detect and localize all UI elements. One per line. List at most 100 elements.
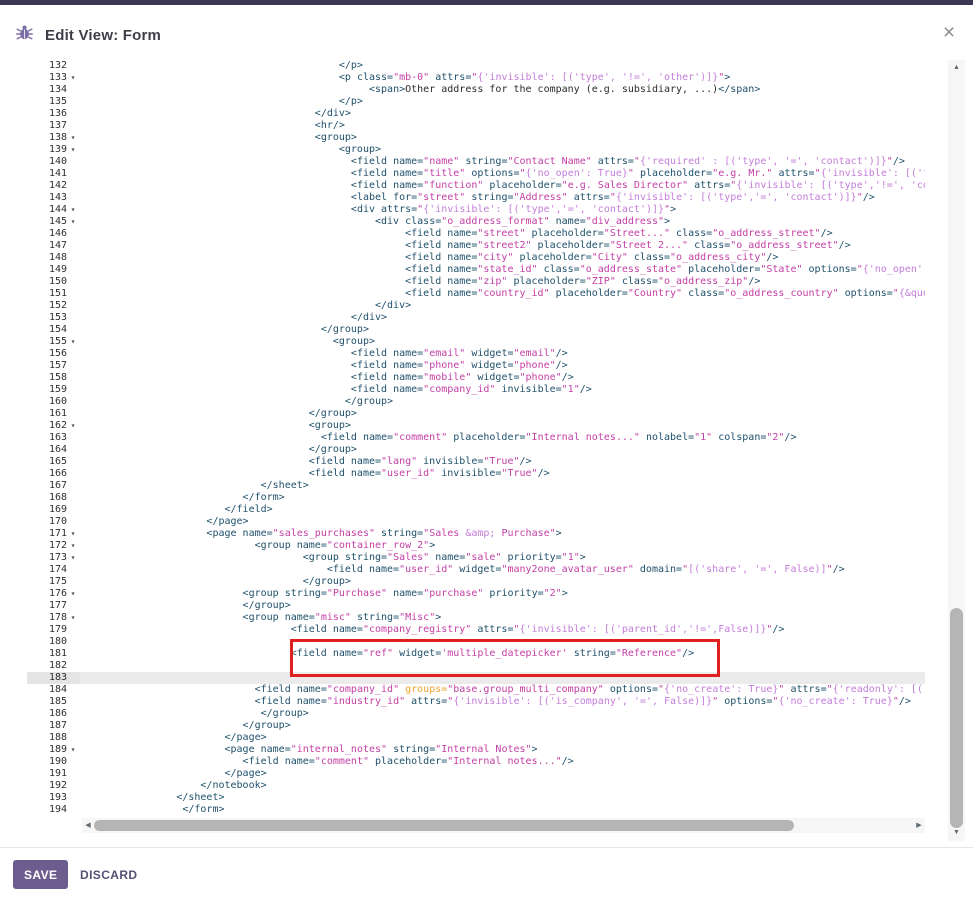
- fold-arrow-icon[interactable]: ▾: [67, 204, 79, 216]
- code-line[interactable]: <field name="function" placeholder="e.g.…: [80, 180, 925, 192]
- footer-divider: [0, 847, 973, 848]
- code-line[interactable]: </sheet>: [80, 792, 925, 804]
- fold-arrow-icon[interactable]: ▾: [67, 132, 79, 144]
- code-line[interactable]: <div class="o_address_format" name="div_…: [80, 216, 925, 228]
- fold-arrow-icon[interactable]: ▾: [67, 72, 79, 84]
- code-line[interactable]: </field>: [80, 504, 925, 516]
- line-number: 157: [48, 360, 67, 371]
- line-number: 186: [48, 708, 67, 719]
- code-line[interactable]: <field name="user_id" widget="many2one_a…: [80, 564, 925, 576]
- discard-button[interactable]: DISCARD: [70, 860, 147, 889]
- fold-arrow-icon[interactable]: ▾: [67, 420, 79, 432]
- fold-arrow-icon[interactable]: ▾: [67, 528, 79, 540]
- scroll-right-arrow-icon[interactable]: ▶: [913, 818, 925, 833]
- code-line[interactable]: </form>: [80, 492, 925, 504]
- vertical-scrollbar[interactable]: ▲ ▼: [948, 60, 965, 841]
- code-line[interactable]: <group>: [80, 336, 925, 348]
- fold-arrow-icon[interactable]: ▾: [67, 552, 79, 564]
- line-number: 145 ▾: [27, 216, 80, 228]
- code-line[interactable]: <page name="internal_notes" string="Inte…: [80, 744, 925, 756]
- code-line[interactable]: <field name="company_registry" attrs="{'…: [80, 624, 925, 636]
- code-line[interactable]: <field name="company_id" invisible="1"/>: [80, 384, 925, 396]
- code-line[interactable]: </page>: [80, 732, 925, 744]
- vertical-scrollbar-thumb[interactable]: [950, 608, 963, 828]
- code-line[interactable]: <field name="state_id" class="o_address_…: [80, 264, 925, 276]
- code-line[interactable]: <field name="mobile" widget="phone"/>: [80, 372, 925, 384]
- code-line[interactable]: </notebook>: [80, 780, 925, 792]
- code-line[interactable]: </div>: [80, 300, 925, 312]
- code-line[interactable]: <field name="user_id" invisible="True"/>: [80, 468, 925, 480]
- code-line[interactable]: </group>: [80, 396, 925, 408]
- fold-arrow-icon[interactable]: ▾: [67, 540, 79, 552]
- code-line[interactable]: </div>: [80, 312, 925, 324]
- code-line[interactable]: </group>: [80, 708, 925, 720]
- code-line[interactable]: <field name="street2" placeholder="Stree…: [80, 240, 925, 252]
- fold-arrow-icon[interactable]: ▾: [67, 144, 79, 156]
- code-line[interactable]: </page>: [80, 516, 925, 528]
- code-line[interactable]: </group>: [80, 600, 925, 612]
- code-line[interactable]: <field name="street" placeholder="Street…: [80, 228, 925, 240]
- code-line[interactable]: <group>: [80, 132, 925, 144]
- line-number: 174: [48, 564, 67, 575]
- code-line[interactable]: <group string="Sales" name="sale" priori…: [80, 552, 925, 564]
- code-line[interactable]: <group>: [80, 420, 925, 432]
- code-line[interactable]: <field name="city" placeholder="City" cl…: [80, 252, 925, 264]
- close-icon[interactable]: ×: [937, 21, 961, 45]
- line-number: 154: [48, 324, 67, 335]
- code-area[interactable]: </p> <p class="mb-0" attrs="{'invisible':…: [80, 60, 925, 817]
- code-line[interactable]: [80, 636, 925, 648]
- code-line[interactable]: <field name="comment" placeholder="Inter…: [80, 756, 925, 768]
- code-line[interactable]: [80, 660, 925, 672]
- code-line[interactable]: </p>: [80, 60, 925, 72]
- code-line[interactable]: <label for="street" string="Address" att…: [80, 192, 925, 204]
- code-line[interactable]: <field name="name" string="Contact Name"…: [80, 156, 925, 168]
- code-line[interactable]: </group>: [80, 324, 925, 336]
- code-line[interactable]: <field name="country_id" placeholder="Co…: [80, 288, 925, 300]
- line-number: 164: [48, 444, 67, 455]
- code-line[interactable]: <hr/>: [80, 120, 925, 132]
- code-line[interactable]: <group name="container_row_2">: [80, 540, 925, 552]
- code-line[interactable]: [80, 672, 925, 684]
- scroll-up-arrow-icon[interactable]: ▲: [948, 62, 965, 74]
- line-number: 188: [48, 732, 67, 743]
- horizontal-scrollbar-thumb[interactable]: [94, 820, 794, 831]
- fold-arrow-icon[interactable]: ▾: [67, 216, 79, 228]
- code-line[interactable]: <field name="industry_id" attrs="{'invis…: [80, 696, 925, 708]
- line-number: 171 ▾: [27, 528, 80, 540]
- code-line[interactable]: </sheet>: [80, 480, 925, 492]
- save-button[interactable]: SAVE: [13, 860, 69, 889]
- fold-arrow-icon[interactable]: ▾: [67, 336, 79, 348]
- code-line[interactable]: <page name="sales_purchases" string="Sal…: [80, 528, 925, 540]
- code-line[interactable]: </div>: [80, 108, 925, 120]
- fold-arrow-icon[interactable]: ▾: [67, 612, 79, 624]
- code-line[interactable]: <p class="mb-0" attrs="{'invisible': [('…: [80, 72, 925, 84]
- code-line[interactable]: <span>Other address for the company (e.g…: [80, 84, 925, 96]
- code-line[interactable]: <field name="email" widget="email"/>: [80, 348, 925, 360]
- line-number: 156: [48, 348, 67, 359]
- scroll-left-arrow-icon[interactable]: ◀: [82, 818, 94, 833]
- code-line[interactable]: <field name="title" options="{'no_open':…: [80, 168, 925, 180]
- code-line[interactable]: <field name="ref" widget='multiple_datep…: [80, 648, 925, 660]
- code-line[interactable]: </page>: [80, 768, 925, 780]
- horizontal-scrollbar[interactable]: ◀ ▶: [82, 818, 925, 833]
- scroll-down-arrow-icon[interactable]: ▼: [948, 827, 965, 839]
- code-line[interactable]: <field name="phone" widget="phone"/>: [80, 360, 925, 372]
- code-line[interactable]: <field name="comment" placeholder="Inter…: [80, 432, 925, 444]
- line-number: 177: [48, 600, 67, 611]
- code-line[interactable]: <field name="zip" placeholder="ZIP" clas…: [80, 276, 925, 288]
- code-line[interactable]: </group>: [80, 444, 925, 456]
- code-line[interactable]: <field name="company_id" groups="base.gr…: [80, 684, 925, 696]
- code-line[interactable]: <group string="Purchase" name="purchase"…: [80, 588, 925, 600]
- code-line[interactable]: </form>: [80, 804, 925, 816]
- code-line[interactable]: <div attrs="{'invisible': [('type','=', …: [80, 204, 925, 216]
- code-line[interactable]: </p>: [80, 96, 925, 108]
- code-line[interactable]: </group>: [80, 720, 925, 732]
- fold-arrow-icon[interactable]: ▾: [67, 588, 79, 600]
- fold-arrow-icon[interactable]: ▾: [67, 744, 79, 756]
- line-number: 148: [48, 252, 67, 263]
- code-line[interactable]: <group>: [80, 144, 925, 156]
- code-line[interactable]: </group>: [80, 408, 925, 420]
- code-line[interactable]: <group name="misc" string="Misc">: [80, 612, 925, 624]
- code-line[interactable]: </group>: [80, 576, 925, 588]
- code-line[interactable]: <field name="lang" invisible="True"/>: [80, 456, 925, 468]
